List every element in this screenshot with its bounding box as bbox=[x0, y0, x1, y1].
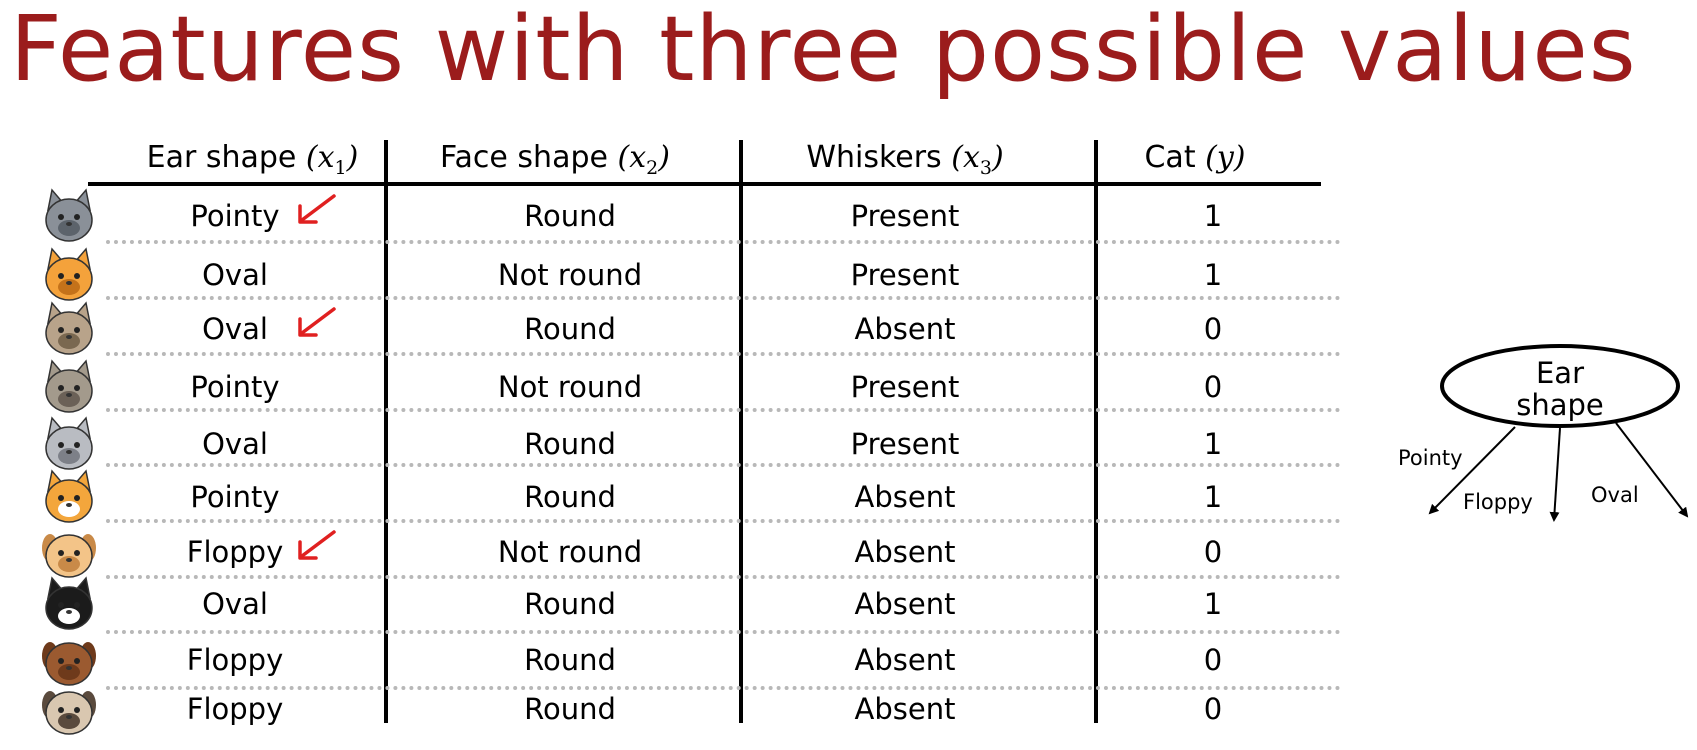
table-row: Oval Round Absent 1 bbox=[0, 576, 1345, 636]
row-separator bbox=[106, 630, 1341, 634]
row-separator bbox=[106, 463, 1341, 467]
whiskers-cell: Absent bbox=[854, 535, 956, 569]
table-row: Floppy Round Absent 0 bbox=[0, 683, 1345, 741]
ear-shape-cell: Oval bbox=[202, 258, 268, 292]
tree-node-line1: Ear bbox=[1535, 356, 1585, 390]
face-shape-cell: Round bbox=[524, 692, 616, 726]
row-separator bbox=[106, 686, 1341, 690]
header-underline bbox=[88, 182, 1321, 186]
cat-label-cell: 1 bbox=[1203, 480, 1223, 514]
red-arrow-icon bbox=[294, 305, 340, 341]
face-shape-cell: Not round bbox=[497, 370, 643, 404]
branch-label-oval: Oval bbox=[1591, 483, 1639, 507]
cat-label-cell: 0 bbox=[1203, 312, 1223, 346]
cat-label-cell: 0 bbox=[1203, 643, 1223, 677]
face-shape-cell: Not round bbox=[497, 535, 643, 569]
orange-white-cat-icon bbox=[38, 469, 100, 527]
face-shape-cell: Round bbox=[524, 312, 616, 346]
face-shape-cell: Round bbox=[524, 199, 616, 233]
whiskers-cell: Absent bbox=[854, 480, 956, 514]
whiskers-cell: Present bbox=[850, 258, 960, 292]
tree-node-line2: shape bbox=[1516, 388, 1604, 422]
cat-label-cell: 1 bbox=[1203, 258, 1223, 292]
header-whiskers: Whiskers (x3) bbox=[806, 140, 1004, 179]
hamster-icon bbox=[38, 301, 100, 359]
whiskers-cell: Absent bbox=[854, 692, 956, 726]
ear-shape-cell: Oval bbox=[202, 587, 268, 621]
tree-node-label: Ear shape bbox=[1434, 357, 1686, 421]
face-shape-cell: Round bbox=[524, 587, 616, 621]
pug-icon bbox=[38, 681, 100, 739]
header-cat: Cat (y) bbox=[1144, 140, 1246, 175]
whiskers-cell: Absent bbox=[854, 587, 956, 621]
branch-label-pointy: Pointy bbox=[1398, 446, 1463, 470]
row-separator bbox=[106, 352, 1341, 356]
cat-label-cell: 0 bbox=[1203, 692, 1223, 726]
whiskers-cell: Present bbox=[850, 370, 960, 404]
raccoon-icon bbox=[38, 359, 100, 417]
gray-cat-icon bbox=[38, 188, 100, 246]
header-ear-shape: Ear shape (x1) bbox=[146, 140, 359, 179]
cat-label-cell: 0 bbox=[1203, 535, 1223, 569]
whiskers-cell: Present bbox=[850, 199, 960, 233]
branch-label-floppy: Floppy bbox=[1463, 490, 1533, 514]
face-shape-cell: Round bbox=[524, 480, 616, 514]
face-shape-cell: Not round bbox=[497, 258, 643, 292]
cat-label-cell: 0 bbox=[1203, 370, 1223, 404]
header-face-shape: Face shape (x2) bbox=[440, 140, 670, 179]
red-arrow-icon bbox=[294, 528, 340, 564]
row-separator bbox=[106, 296, 1341, 300]
row-separator bbox=[106, 408, 1341, 412]
ear-shape-cell: Pointy bbox=[190, 370, 280, 404]
gray-hamster-icon bbox=[38, 416, 100, 474]
row-separator bbox=[106, 519, 1341, 523]
ear-shape-cell: Floppy bbox=[186, 692, 284, 726]
cat-label-cell: 1 bbox=[1203, 199, 1223, 233]
orange-cat-icon bbox=[38, 247, 100, 305]
black-white-cat-icon bbox=[38, 576, 100, 634]
red-arrow-icon bbox=[294, 192, 340, 228]
face-shape-cell: Round bbox=[524, 643, 616, 677]
cat-label-cell: 1 bbox=[1203, 587, 1223, 621]
floppy-branch-arrow bbox=[1549, 427, 1561, 522]
tan-dog-icon bbox=[38, 524, 100, 582]
row-separator bbox=[106, 575, 1341, 579]
ear-shape-cell: Floppy bbox=[186, 643, 284, 677]
whiskers-cell: Absent bbox=[854, 312, 956, 346]
slide-title: Features with three possible values bbox=[10, 0, 1637, 102]
table-row: Oval Round Present 1 bbox=[0, 416, 1345, 476]
whiskers-cell: Absent bbox=[854, 643, 956, 677]
row-separator bbox=[106, 240, 1341, 244]
ear-shape-cell: Pointy bbox=[190, 480, 280, 514]
